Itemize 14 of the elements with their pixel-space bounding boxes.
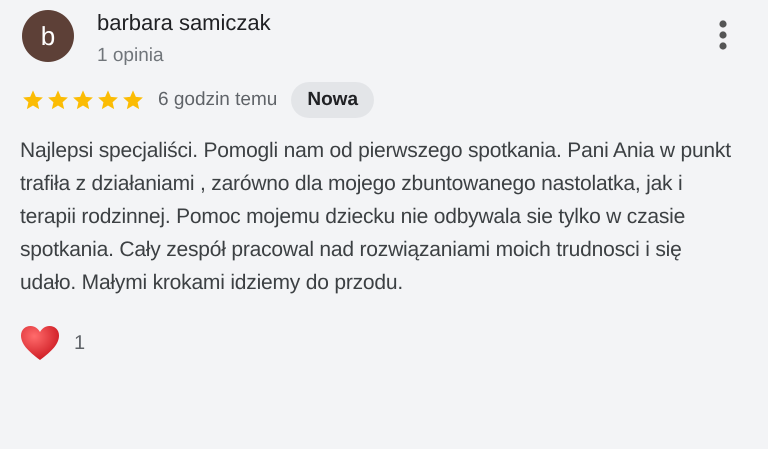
review-text: Najlepsi specjaliści. Pomogli nam od pierwszego spotkania. Pani Ania w punkt trafiła z działaniami , zarówno dla mojego zbuntowanego nastolatka, jak i terapii rodzinnej. Pomoc mojemu dziecku nie odbywala sie tylko w czasie spotkania. Cały zespół pracowal nad rozwiązaniami moich trudnosci i się udało. Małymi krokami idziemy do przodu.	[20, 138, 732, 296]
heart-icon[interactable]	[20, 325, 60, 361]
star-icon	[122, 89, 144, 111]
new-badge: Nowa	[291, 82, 374, 118]
avatar[interactable]: b	[22, 10, 74, 62]
review-time: 6 godzin temu	[158, 89, 278, 111]
star-icon	[72, 89, 94, 111]
star-icon	[97, 89, 119, 111]
more-options-icon[interactable]	[718, 20, 728, 50]
author-name[interactable]: barbara samiczak	[97, 9, 718, 37]
reaction-count: 1	[74, 332, 86, 354]
star-icon	[22, 89, 44, 111]
star-icon	[47, 89, 69, 111]
review-count: 1 opinia	[97, 44, 165, 68]
